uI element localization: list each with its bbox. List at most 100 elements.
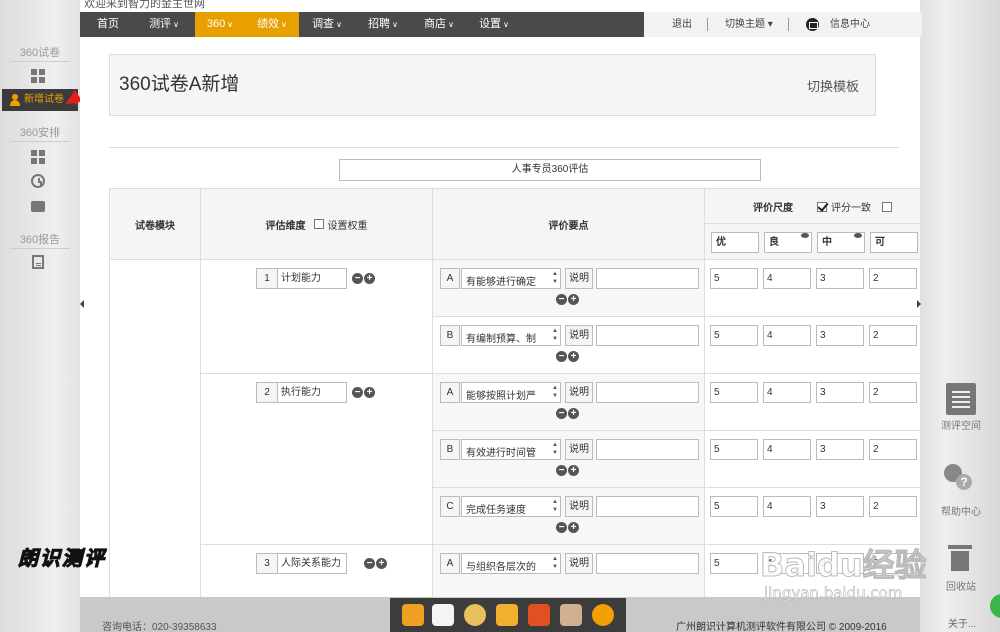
point-text-input[interactable]: 能够按照计划严 ▲ ▼ [461,382,561,403]
add-icon[interactable]: + [568,351,579,362]
score-input[interactable]: 2 [869,496,917,517]
spinner-icon[interactable]: ▲ ▼ [552,441,558,457]
nav-performance[interactable]: 绩效 ∨ [245,12,299,37]
logout-link[interactable]: 退出 [672,12,692,37]
remove-icon[interactable]: − [352,387,363,398]
dimension-name-input[interactable]: 计划能力 [277,268,347,289]
recycle-bin-icon[interactable] [945,541,975,573]
score-input[interactable]: 5 [710,496,758,517]
nav-store[interactable]: 商店 ∨ [417,12,461,37]
score-input[interactable]: 3 [816,439,864,460]
remove-icon[interactable]: − [556,294,567,305]
mail-icon[interactable] [560,604,582,626]
remove-icon[interactable]: − [556,522,567,533]
settings-gear-icon[interactable] [592,604,614,626]
add-icon[interactable]: + [364,387,375,398]
spinner-icon[interactable]: ▲ ▼ [552,327,558,343]
score-consistent-checkbox[interactable] [817,202,827,212]
grade-input[interactable]: 优 [711,232,759,253]
remove-icon[interactable]: − [556,351,567,362]
spinner-icon[interactable]: ▲ ▼ [552,498,558,514]
message-center-link[interactable]: 信息中心 [830,12,870,37]
scale-checkbox[interactable] [881,202,892,212]
grade-input[interactable]: 可 [870,232,918,253]
grid-icon[interactable] [31,69,45,83]
test-space-label[interactable]: 测评空间 [936,417,986,432]
message-icon[interactable] [806,18,819,31]
score-input[interactable]: 2 [869,382,917,403]
nav-360[interactable]: 360 ∨ [195,12,245,37]
explain-textarea[interactable] [596,553,699,574]
grid-icon[interactable] [31,150,45,164]
score-input[interactable]: 4 [763,439,811,460]
briefcase-icon[interactable] [31,201,45,212]
remove-icon[interactable]: − [556,465,567,476]
home-icon[interactable] [402,604,424,626]
score-input[interactable]: 3 [816,268,864,289]
help-center-label[interactable]: 帮助中心 [936,503,986,518]
score-input[interactable]: 3 [816,496,864,517]
pin-icon[interactable] [528,604,550,626]
spinner-icon[interactable]: ▲ ▼ [552,384,558,400]
score-input[interactable]: 5 [710,553,758,574]
score-input[interactable]: 5 [710,325,758,346]
explain-textarea[interactable] [596,325,699,346]
about-link[interactable]: 关于... [948,615,976,630]
nav-home[interactable]: 首页 [80,12,136,37]
point-text-input[interactable]: 有效进行时间管 ▲ ▼ [461,439,561,460]
explain-textarea[interactable] [596,496,699,517]
point-text-input[interactable]: 完成任务速度 ▲ ▼ [461,496,561,517]
notepad-icon[interactable] [432,604,454,626]
add-icon[interactable]: + [568,408,579,419]
clock-icon[interactable] [31,174,45,188]
switch-template-button[interactable]: 切换模板 [807,76,859,95]
score-input[interactable]: 3 [816,382,864,403]
remove-icon[interactable]: − [556,408,567,419]
dimension-name-input[interactable]: 执行能力 [277,382,347,403]
score-input[interactable]: 4 [763,382,811,403]
eye-icon[interactable] [854,233,862,238]
add-icon[interactable]: + [376,558,387,569]
add-icon[interactable]: + [568,465,579,476]
score-input[interactable]: 2 [869,325,917,346]
score-input[interactable]: 4 [763,268,811,289]
explain-textarea[interactable] [596,268,699,289]
nav-assessment[interactable]: 测评 ∨ [140,12,188,37]
score-input[interactable]: 2 [869,268,917,289]
set-weight-checkbox[interactable] [313,219,324,229]
help-center-icon[interactable] [942,460,972,492]
spinner-icon[interactable]: ▲ ▼ [552,270,558,286]
report-icon[interactable] [32,255,44,269]
spinner-icon[interactable]: ▲ ▼ [552,555,558,571]
explain-textarea[interactable] [596,439,699,460]
nav-recruit[interactable]: 招聘 ∨ [361,12,405,37]
collapse-left-icon[interactable] [80,300,84,308]
score-input[interactable]: 4 [763,496,811,517]
checklist-icon[interactable] [496,604,518,626]
score-input[interactable]: 2 [869,439,917,460]
switch-theme-link[interactable]: 切换主题 ▾ [725,12,773,37]
eye-icon[interactable] [801,233,809,238]
add-icon[interactable]: + [364,273,375,284]
add-icon[interactable]: + [568,522,579,533]
expand-right-icon[interactable] [917,300,921,308]
score-input[interactable]: 5 [710,268,758,289]
clock-app-icon[interactable] [464,604,486,626]
test-space-icon[interactable] [946,383,976,415]
nav-settings[interactable]: 设置 ∨ [472,12,516,37]
explain-textarea[interactable] [596,382,699,403]
score-input[interactable]: 4 [763,325,811,346]
point-text-input[interactable]: 与组织各层次的 ▲ ▼ [461,553,561,574]
grade-input[interactable]: 中 [817,232,865,253]
dimension-name-input[interactable]: 人际关系能力 [277,553,347,574]
recycle-bin-label[interactable]: 回收站 [936,578,986,593]
score-input[interactable]: 5 [710,382,758,403]
grade-input[interactable]: 良 [764,232,812,253]
score-input[interactable]: 3 [816,325,864,346]
score-input[interactable]: 5 [710,439,758,460]
remove-icon[interactable]: − [364,558,375,569]
remove-icon[interactable]: − [352,273,363,284]
point-text-input[interactable]: 有能够进行确定 ▲ ▼ [461,268,561,289]
point-text-input[interactable]: 有编制预算、制 ▲ ▼ [461,325,561,346]
nav-survey[interactable]: 调查 ∨ [305,12,349,37]
